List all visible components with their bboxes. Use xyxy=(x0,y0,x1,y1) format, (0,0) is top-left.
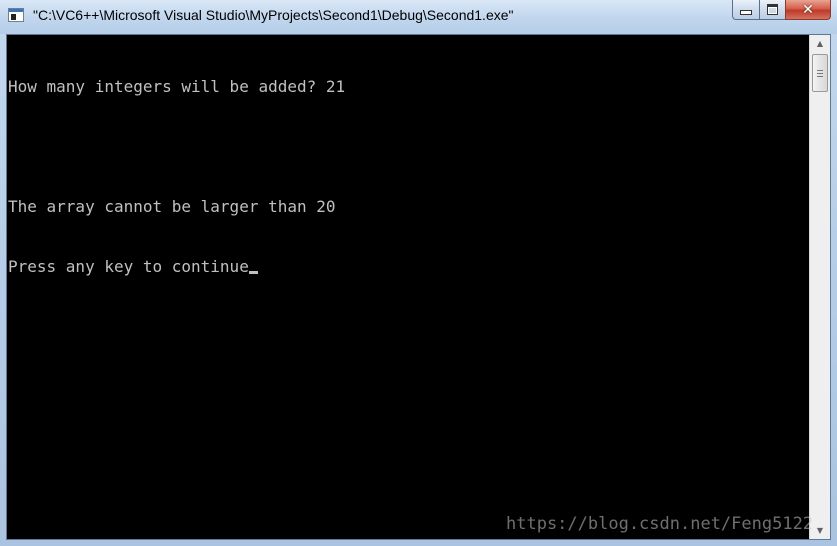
console-window: "C:\VC6++\Microsoft Visual Studio\MyProj… xyxy=(0,0,837,546)
console-client-area: How many integers will be added? 21 The … xyxy=(6,34,831,540)
console-line: How many integers will be added? 21 xyxy=(8,77,346,96)
text-cursor xyxy=(248,271,258,274)
grip-line xyxy=(817,73,823,74)
caption-buttons: ✕ xyxy=(732,0,831,21)
minimize-button[interactable] xyxy=(732,0,759,20)
close-icon: ✕ xyxy=(802,1,814,18)
console-app-icon[interactable] xyxy=(8,8,24,22)
window-title: "C:\VC6++\Microsoft Visual Studio\MyProj… xyxy=(33,7,514,23)
vertical-scrollbar[interactable]: ▲ ▼ xyxy=(809,35,830,539)
minimize-icon xyxy=(740,10,752,15)
scroll-up-button[interactable]: ▲ xyxy=(810,35,830,52)
title-bar[interactable]: "C:\VC6++\Microsoft Visual Studio\MyProj… xyxy=(0,0,837,34)
watermark: https://blog.csdn.net/Feng5122 xyxy=(506,514,814,534)
grip-line xyxy=(817,76,823,77)
console-line-with-cursor: Press any key to continue xyxy=(8,257,809,277)
maximize-button[interactable] xyxy=(759,0,785,20)
grip-line xyxy=(817,70,823,71)
scrollbar-thumb[interactable] xyxy=(812,54,828,92)
close-button[interactable]: ✕ xyxy=(785,0,831,20)
console-line: The array cannot be larger than 20 xyxy=(8,197,336,216)
maximize-icon xyxy=(767,4,778,15)
scroll-up-arrow-icon: ▲ xyxy=(816,39,824,48)
console-line: Press any key to continue xyxy=(8,257,249,276)
scroll-down-arrow-icon: ▼ xyxy=(816,526,824,535)
console-output[interactable]: How many integers will be added? 21 The … xyxy=(7,35,809,539)
